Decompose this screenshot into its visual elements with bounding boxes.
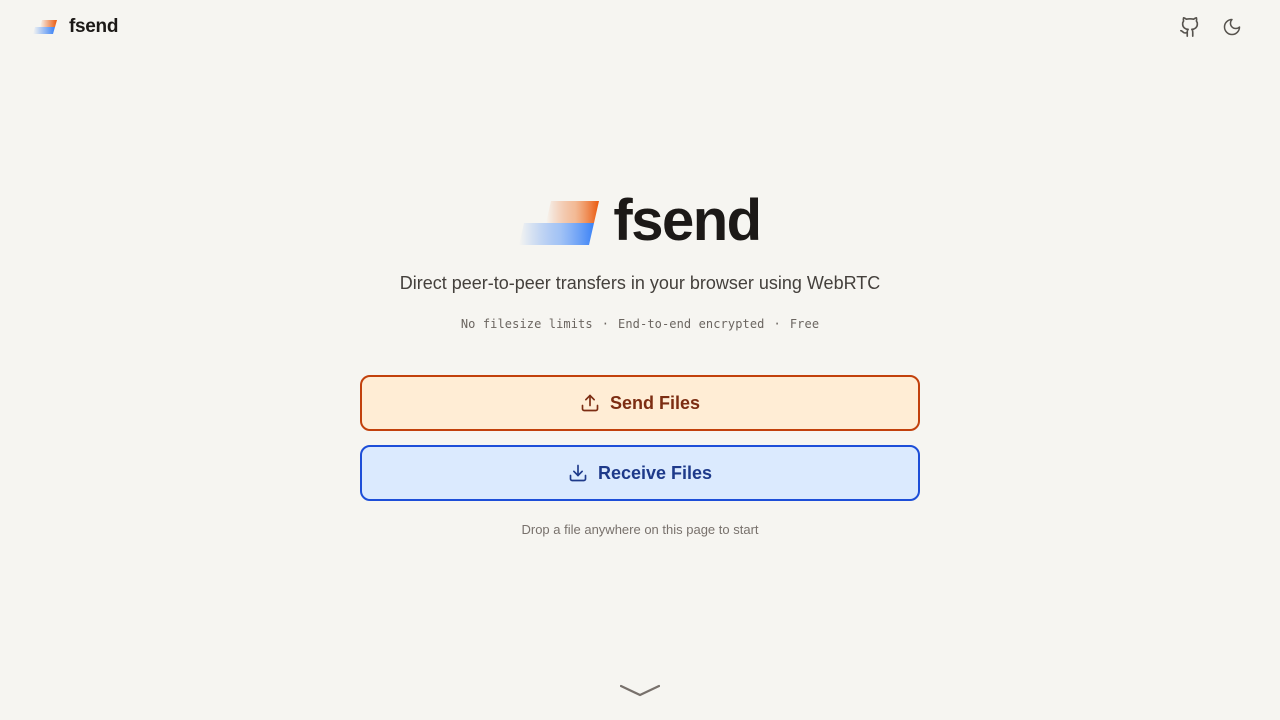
feature-item: End-to-end encrypted — [618, 317, 765, 331]
feature-item: Free — [789, 317, 820, 331]
feature-item: No filesize limits — [460, 317, 593, 331]
feature-separator: · — [773, 317, 781, 331]
chevron-down-icon[interactable] — [620, 684, 660, 698]
page: fsend fsend Direct peer-to-peer transfer… — [0, 0, 1280, 720]
logo-icon — [33, 20, 57, 34]
tagline: Direct peer-to-peer transfers in your br… — [399, 273, 881, 293]
theme-toggle-button[interactable] — [1220, 15, 1244, 39]
download-icon — [569, 464, 587, 482]
github-icon — [1180, 17, 1199, 37]
github-link[interactable] — [1178, 15, 1202, 39]
drop-hint: Drop a file anywhere on this page to sta… — [521, 522, 759, 537]
header-home-link[interactable]: fsend — [33, 16, 118, 38]
moon-icon — [1223, 18, 1241, 36]
send-files-label: Send Files — [609, 392, 701, 413]
feature-list: No filesize limits · End-to-end encrypted ·… — [0, 317, 1280, 331]
receive-files-label: Receive Files — [597, 462, 713, 483]
hero-title: fsend — [613, 188, 762, 253]
hero-logo-icon — [519, 201, 600, 245]
feature-separator: · — [601, 317, 610, 331]
header-brand: fsend — [69, 16, 119, 37]
header-actions — [1178, 15, 1244, 39]
hero-logo: fsend — [0, 192, 1280, 250]
send-files-button[interactable]: Send Files — [360, 375, 920, 431]
upload-icon — [581, 394, 599, 412]
receive-files-button[interactable]: Receive Files — [360, 445, 920, 501]
